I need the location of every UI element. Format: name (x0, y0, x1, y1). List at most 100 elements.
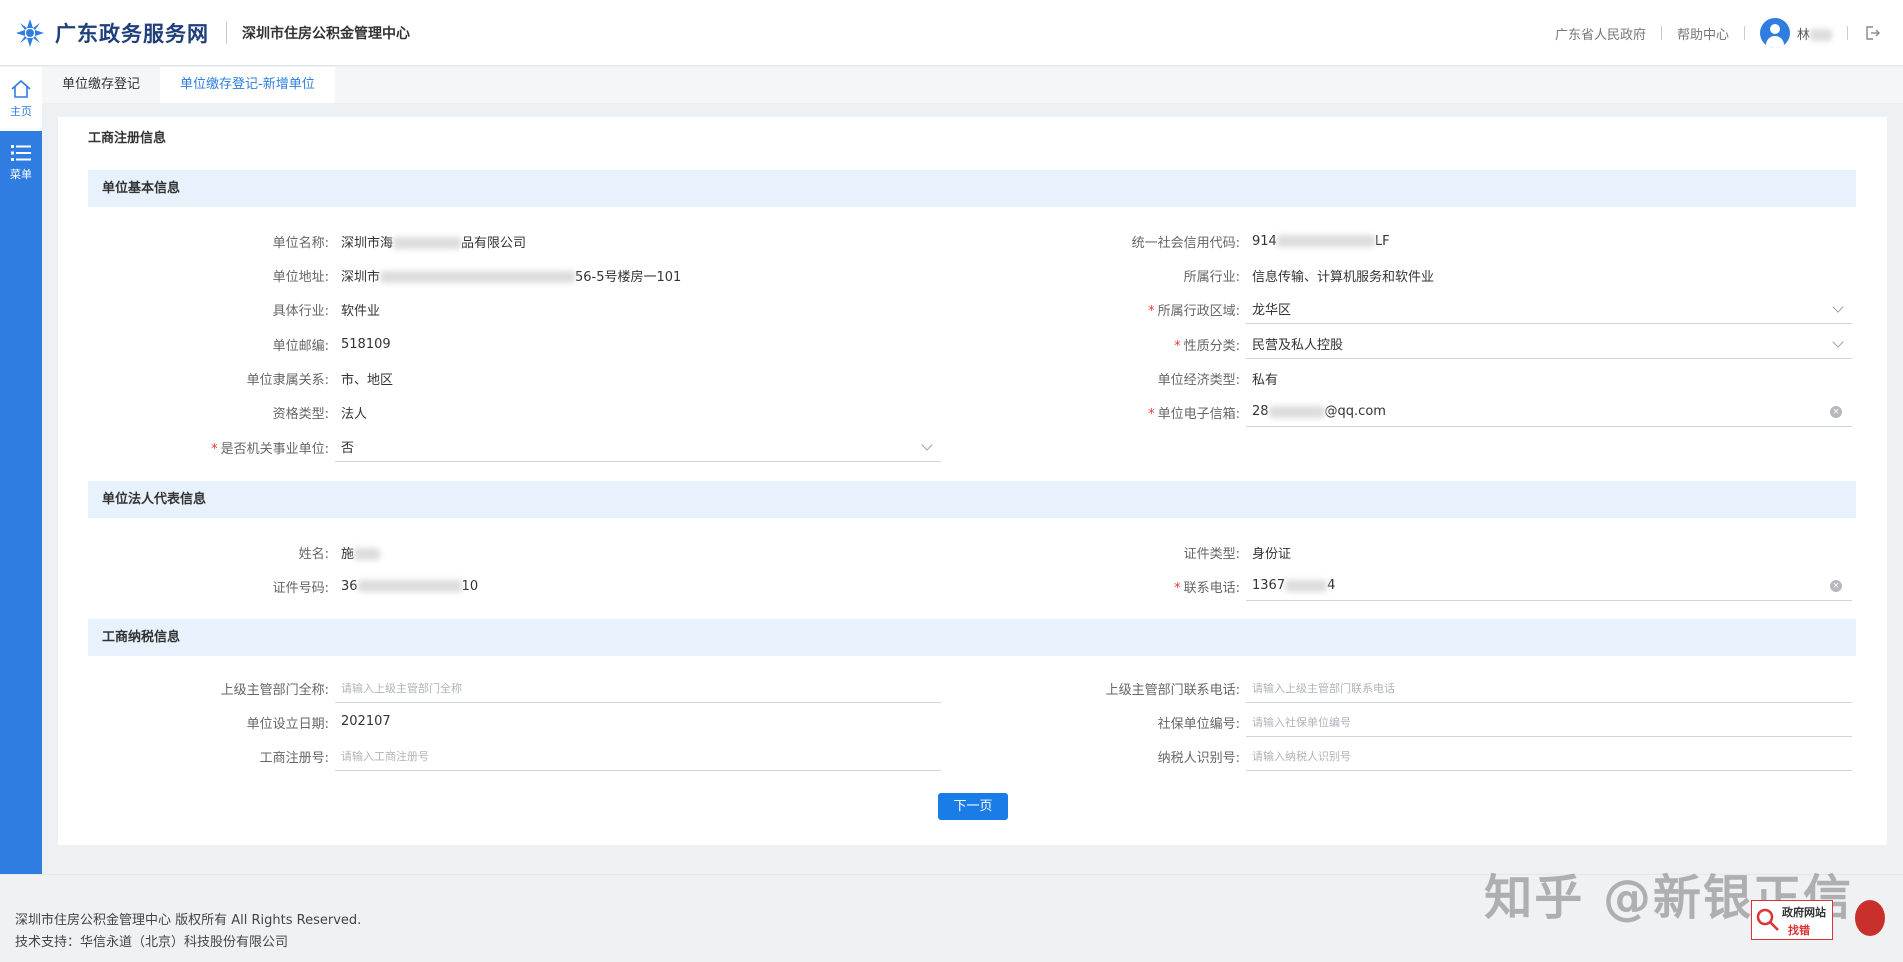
legal-name-value: 施 (335, 543, 381, 562)
taxpayer-label: 纳税人识别号: (1157, 750, 1240, 766)
district-select[interactable]: 龙华区 (1246, 294, 1852, 324)
economic-type-row: 单位经济类型: 私有 (1051, 363, 1278, 393)
district-label: * 所属行政区域: (1148, 303, 1240, 319)
chevron-down-icon (921, 439, 933, 451)
list-menu-icon (11, 145, 31, 161)
user-menu[interactable]: 林 (1759, 18, 1832, 48)
phone-label: * 联系电话: (1174, 580, 1240, 596)
industry-label: 所属行业: (1183, 269, 1240, 285)
phone-row: * 联系电话: 1367 4 × (1051, 571, 1852, 601)
parent-dept-row: 上级主管部门全称: 请输入上级主管部门全称 (140, 673, 941, 703)
snowflake-logo-icon (14, 17, 46, 49)
divider (1660, 26, 1662, 40)
sidebar-item-home[interactable]: 主页 (0, 67, 42, 131)
email-row: * 单位电子信箱: 28 @qq.com × (1051, 397, 1852, 427)
legal-name-row: 姓名: 施 (140, 537, 381, 567)
site-logo[interactable]: 广东政务服务网 深圳市住房公积金管理中心 (14, 17, 410, 49)
industry-value: 信息传输、计算机服务和软件业 (1252, 269, 1435, 285)
gov-link[interactable]: 广东省人民政府 (1555, 24, 1646, 43)
tab-add-unit[interactable]: 单位缴存登记-新增单位 (160, 67, 335, 103)
tab-bar: 单位缴存登记 单位缴存登记-新增单位 (42, 67, 1903, 103)
section-legal-rep: 单位法人代表信息 (88, 481, 1856, 518)
id-number-value: 36 10 (341, 578, 479, 594)
specific-industry-value: 软件业 (341, 303, 381, 319)
badge-line2: 找错 (1788, 924, 1810, 937)
postcode-row: 单位邮编: 518109 (140, 329, 391, 359)
credit-code-value: 914 LF (1252, 233, 1390, 249)
divider (1743, 26, 1745, 40)
footer-copyright: 深圳市住房公积金管理中心 版权所有 All Rights Reserved. (15, 913, 362, 928)
unit-address-row: 单位地址: 深圳市 56-5号楼房一101 (140, 260, 682, 290)
home-icon (11, 79, 31, 98)
affiliation-row: 单位隶属关系: 市、地区 (140, 363, 393, 393)
unit-name-label: 单位名称: (272, 235, 329, 251)
user-name: 林 (1797, 24, 1832, 43)
gov-unit-row: * 是否机关事业单位: 否 (140, 432, 941, 462)
gov-unit-select[interactable]: 否 (335, 432, 941, 462)
parent-dept-label: 上级主管部门全称: (220, 682, 329, 698)
sidebar-menu-label: 菜单 (10, 168, 32, 181)
sidebar-item-menu[interactable]: 菜单 (0, 131, 42, 195)
logout-icon[interactable] (1863, 24, 1881, 42)
magnifier-icon (1756, 908, 1779, 931)
badge-line1: 政府网站 (1782, 906, 1826, 919)
qualification-type-value: 法人 (341, 406, 368, 422)
parent-phone-row: 上级主管部门联系电话: 请输入上级主管部门联系电话 (1051, 673, 1852, 703)
social-no-row: 社保单位编号: 请输入社保单位编号 (1051, 707, 1852, 737)
social-no-label: 社保单位编号: (1157, 716, 1240, 732)
nature-select[interactable]: 民营及私人控股 (1246, 329, 1852, 359)
footer-support: 技术支持：华信永道（北京）科技股份有限公司 (15, 935, 289, 950)
affiliation-label: 单位隶属关系: (246, 372, 329, 388)
phone-input[interactable]: 1367 4 × (1246, 571, 1852, 601)
specific-industry-row: 具体行业: 软件业 (140, 294, 380, 324)
divider (226, 21, 227, 44)
top-header: 广东政务服务网 深圳市住房公积金管理中心 广东省人民政府 帮助中心 林 (0, 0, 1903, 66)
unit-name-value: 深圳市海 品有限公司 (341, 235, 527, 251)
district-row: * 所属行政区域: 龙华区 (1051, 294, 1852, 324)
specific-industry-label: 具体行业: (272, 303, 329, 319)
email-input[interactable]: 28 @qq.com × (1246, 397, 1852, 427)
credit-code-row: 统一社会信用代码: 914 LF (1051, 226, 1390, 256)
unit-address-value: 深圳市 56-5号楼房一101 (341, 269, 682, 285)
org-name: 深圳市住房公积金管理中心 (242, 25, 410, 42)
id-number-row: 证件号码: 36 10 (140, 571, 478, 601)
id-type-label: 证件类型: (1183, 546, 1240, 562)
parent-phone-input[interactable]: 请输入上级主管部门联系电话 (1246, 673, 1852, 703)
postcode-value: 518109 (341, 336, 391, 352)
legal-name-label: 姓名: (298, 546, 329, 562)
next-page-button[interactable]: 下一页 (938, 793, 1008, 820)
section-tax-info: 工商纳税信息 (88, 619, 1856, 656)
parent-dept-input[interactable]: 请输入上级主管部门全称 (335, 673, 941, 703)
economic-type-label: 单位经济类型: (1157, 372, 1240, 388)
reg-no-row: 工商注册号: 请输入工商注册号 (140, 741, 941, 771)
id-type-row: 证件类型: 身份证 (1051, 537, 1291, 567)
emblem-icon[interactable] (1855, 900, 1885, 936)
help-center-link[interactable]: 帮助中心 (1677, 24, 1729, 43)
site-title: 广东政务服务网 (55, 21, 209, 46)
social-no-input[interactable]: 请输入社保单位编号 (1246, 707, 1852, 737)
setup-date-input[interactable]: 202107 (335, 707, 941, 737)
nature-label: * 性质分类: (1174, 338, 1240, 354)
industry-row: 所属行业: 信息传输、计算机服务和软件业 (1051, 260, 1434, 290)
divider (1847, 26, 1848, 40)
sidebar-home-label: 主页 (10, 105, 32, 118)
clear-icon[interactable]: × (1830, 406, 1842, 418)
avatar-icon (1759, 18, 1790, 48)
tab-unit-deposit-registration[interactable]: 单位缴存登记 (42, 67, 160, 103)
unit-name-row: 单位名称: 深圳市海 品有限公司 (140, 226, 526, 256)
id-number-label: 证件号码: (272, 580, 329, 596)
unit-address-label: 单位地址: (272, 269, 329, 285)
taxpayer-input[interactable]: 请输入纳税人识别号 (1246, 741, 1852, 771)
parent-phone-label: 上级主管部门联系电话: (1105, 682, 1240, 698)
postcode-label: 单位邮编: (272, 338, 329, 354)
email-label: * 单位电子信箱: (1148, 406, 1240, 422)
credit-code-label: 统一社会信用代码: (1131, 235, 1240, 251)
gov-site-error-badge[interactable]: 政府网站 找错 (1751, 900, 1833, 940)
clear-icon[interactable]: × (1830, 580, 1842, 592)
chevron-down-icon (1832, 301, 1844, 313)
qualification-type-row: 资格类型: 法人 (140, 397, 367, 427)
affiliation-value: 市、地区 (341, 372, 394, 388)
reg-no-input[interactable]: 请输入工商注册号 (335, 741, 941, 771)
chevron-down-icon (1832, 336, 1844, 348)
gov-unit-label: * 是否机关事业单位: (211, 441, 329, 457)
